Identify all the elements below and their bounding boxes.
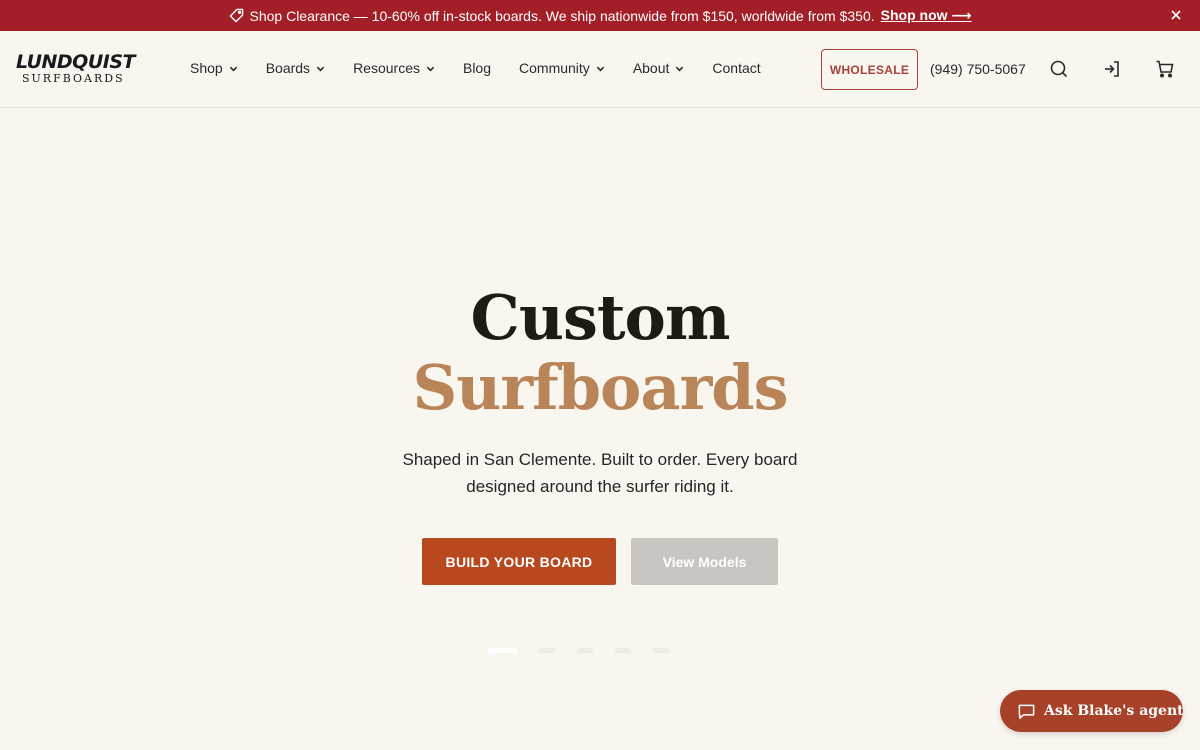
- chevron-down-icon: [596, 64, 605, 73]
- hero-title-line1: Custom: [470, 281, 731, 354]
- nav-item-label: Resources: [353, 60, 420, 76]
- nav-item-label: About: [632, 60, 670, 76]
- logo-subtitle: SURFBOARDS: [22, 72, 125, 85]
- build-your-board-button[interactable]: BUILD YOUR BOARD: [422, 538, 616, 585]
- ask-agent-button[interactable]: Ask Blake's agent: [1000, 690, 1184, 732]
- chat-bubble-icon: [1017, 702, 1036, 721]
- tag-icon: [229, 8, 244, 23]
- hero-subtitle: Shaped in San Clemente. Built to order. …: [402, 450, 798, 496]
- cart-icon[interactable]: [1155, 59, 1175, 79]
- shop-now-link[interactable]: Shop now ⟶: [881, 7, 972, 24]
- carousel-dot-1[interactable]: [488, 648, 517, 653]
- chevron-down-icon: [229, 64, 238, 73]
- nav-item-blog[interactable]: Blog: [463, 60, 491, 76]
- carousel-dot-5[interactable]: [653, 648, 669, 653]
- sign-in-icon[interactable]: [1102, 59, 1122, 79]
- announcement-text: Shop Clearance — 10-60% off in-stock boa…: [249, 7, 875, 24]
- site-header: LUNDQUIST SURFBOARDS Shop Boards Resourc…: [0, 31, 1200, 108]
- chevron-down-icon: [316, 64, 325, 73]
- carousel-dot-2[interactable]: [539, 648, 555, 653]
- nav-item-boards[interactable]: Boards: [266, 60, 325, 76]
- nav-item-shop[interactable]: Shop: [190, 60, 238, 76]
- logo[interactable]: LUNDQUIST SURFBOARDS: [16, 51, 135, 89]
- announcement-content: Shop Clearance — 10-60% off in-stock boa…: [229, 7, 972, 24]
- nav-item-label: Shop: [190, 60, 223, 76]
- main-nav: Shop Boards Resources Blog Community Abo…: [190, 60, 789, 76]
- nav-item-label: Contact: [712, 60, 761, 76]
- carousel-dots: [488, 648, 691, 653]
- nav-item-label: Community: [519, 60, 590, 76]
- announcement-bar: Shop Clearance — 10-60% off in-stock boa…: [0, 0, 1200, 31]
- logo-brand: LUNDQUIST: [16, 51, 135, 73]
- chevron-down-icon: [675, 64, 684, 73]
- hero-title-line2: Surfboards: [412, 351, 789, 424]
- nav-item-label: Boards: [265, 60, 311, 76]
- carousel-dot-3[interactable]: [577, 648, 593, 653]
- nav-item-about[interactable]: About: [633, 60, 685, 76]
- nav-item-contact[interactable]: Contact: [712, 60, 760, 76]
- phone-link[interactable]: (949) 750-5067: [930, 61, 1026, 77]
- nav-item-label: Blog: [462, 60, 492, 76]
- hero-title: Custom Surfboards: [0, 283, 1200, 423]
- chevron-down-icon: [426, 64, 435, 73]
- search-icon[interactable]: [1049, 59, 1069, 79]
- close-icon[interactable]: [1168, 7, 1184, 23]
- carousel-dot-4[interactable]: [615, 648, 631, 653]
- ask-agent-label: Ask Blake's agent: [1044, 703, 1184, 719]
- nav-item-resources[interactable]: Resources: [353, 60, 435, 76]
- wholesale-button[interactable]: WHOLESALE: [821, 49, 918, 90]
- nav-item-community[interactable]: Community: [519, 60, 605, 76]
- view-models-button[interactable]: View Models: [631, 538, 778, 585]
